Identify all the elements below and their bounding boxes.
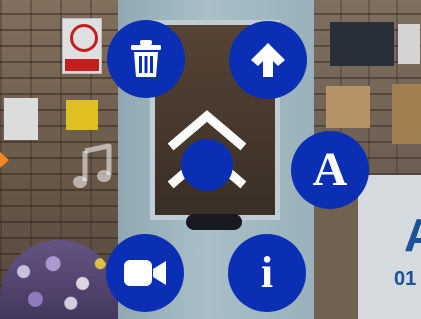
- camera-view: A 01 A i: [0, 0, 421, 319]
- video-button[interactable]: [106, 234, 184, 312]
- music-note-icon: [73, 143, 112, 188]
- side-panel-handle[interactable]: [0, 152, 9, 168]
- text-button[interactable]: A: [291, 131, 369, 209]
- video-camera-icon: [124, 260, 166, 286]
- info-icon: i: [260, 248, 274, 297]
- delete-button[interactable]: [107, 20, 185, 98]
- music-button[interactable]: [58, 132, 128, 202]
- center-drag-knob[interactable]: [181, 139, 233, 191]
- move-up-button[interactable]: [229, 21, 307, 99]
- trash-icon: [131, 40, 161, 77]
- letter-a-icon: A: [312, 143, 348, 196]
- info-button[interactable]: i: [228, 234, 306, 312]
- arrow-up-icon: [251, 43, 285, 77]
